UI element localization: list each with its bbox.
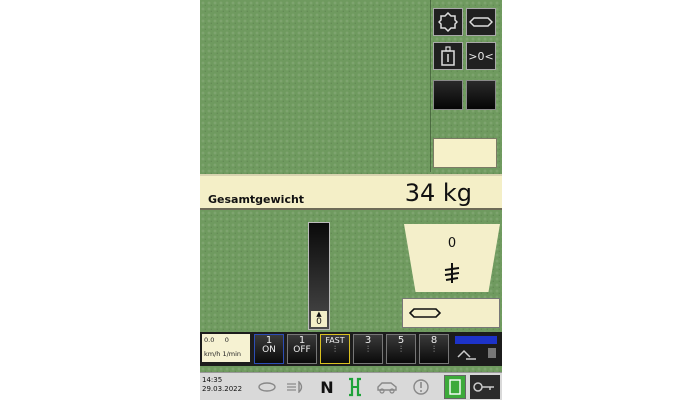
- mode-panel-value: 0: [447, 236, 457, 251]
- function-button-5[interactable]: 5 ⫶: [386, 334, 416, 364]
- key-button[interactable]: [470, 375, 500, 399]
- width-display[interactable]: [402, 298, 500, 328]
- hitch-icon[interactable]: [344, 377, 366, 397]
- width-button[interactable]: [466, 8, 496, 36]
- weight-label: Gesamtgewicht: [208, 193, 305, 206]
- function-button-sub: OFF: [293, 345, 311, 355]
- vehicle-icon[interactable]: [376, 377, 398, 397]
- panel-divider: [430, 0, 431, 172]
- double-arrow-icon: [409, 308, 441, 318]
- gear-indicator: N: [316, 377, 338, 397]
- terminal-screen: >0< Gesamtgewicht 34 kg ▲ 0 0 0.0 0 km/h…: [200, 0, 502, 400]
- empty-button-1[interactable]: [433, 80, 463, 110]
- weight-bar: Gesamtgewicht 34 kg: [200, 174, 502, 210]
- settings-gear-button[interactable]: [433, 8, 463, 36]
- gear-icon: [438, 12, 458, 32]
- status-bar: 14:35 29.03.2022 N: [200, 372, 502, 400]
- rotor-small-icon: ⫶: [399, 345, 403, 355]
- speed-value: 0.0: [204, 336, 215, 344]
- speed-units: km/h 1/min: [204, 350, 242, 358]
- distance-button[interactable]: >0<: [466, 42, 496, 70]
- function-button-sub: ON: [262, 345, 276, 355]
- function-button-3[interactable]: 3 ⫶: [353, 334, 383, 364]
- fill-level-gauge: ▲ 0: [308, 222, 330, 330]
- rotor-small-icon: ⫶: [333, 345, 337, 355]
- clock-time: 14:35: [202, 376, 223, 384]
- key-icon: [473, 382, 494, 392]
- function-button-8[interactable]: 8 ⫶: [419, 334, 449, 364]
- rotor-small-icon: ⫶: [366, 345, 370, 355]
- info-box-icon: [441, 46, 455, 66]
- status-square: [488, 348, 496, 358]
- info-button[interactable]: [433, 42, 463, 70]
- clock-date: 29.03.2022: [202, 385, 243, 393]
- function-button-1-on[interactable]: 1 ON: [254, 334, 284, 364]
- rotor-small-icon: ⫶: [432, 345, 436, 355]
- warning-icon[interactable]: [410, 377, 432, 397]
- clock: 14:35 29.03.2022: [202, 376, 242, 394]
- weight-value: 34 kg: [404, 179, 472, 207]
- function-button-fast[interactable]: FAST ⫶: [320, 334, 350, 364]
- speed-readout: 0.0 0 km/h 1/min: [202, 334, 250, 362]
- gear-label: N: [320, 377, 334, 397]
- empty-button-2[interactable]: [466, 80, 496, 110]
- level-bar: [455, 336, 497, 344]
- document-icon: [449, 379, 461, 395]
- info-field: [433, 138, 497, 168]
- lights-icon[interactable]: [256, 377, 278, 397]
- function-button-1-off[interactable]: 1 OFF: [287, 334, 317, 364]
- double-arrow-icon: [469, 17, 493, 27]
- gauge-value: 0: [316, 317, 322, 327]
- rotor-icon: [444, 263, 460, 283]
- gauge-cap: ▲ 0: [311, 311, 327, 327]
- spreader-icon: [457, 349, 476, 360]
- headlight-icon[interactable]: [284, 377, 306, 397]
- rpm-value: 0: [224, 336, 229, 344]
- function-row: 0.0 0 km/h 1/min 1 ON 1 OFF FAST ⫶ 3 ⫶ 5…: [200, 332, 502, 366]
- menu-button[interactable]: [444, 375, 466, 399]
- mode-panel: 0: [404, 224, 500, 292]
- distance-label: >0<: [468, 49, 494, 63]
